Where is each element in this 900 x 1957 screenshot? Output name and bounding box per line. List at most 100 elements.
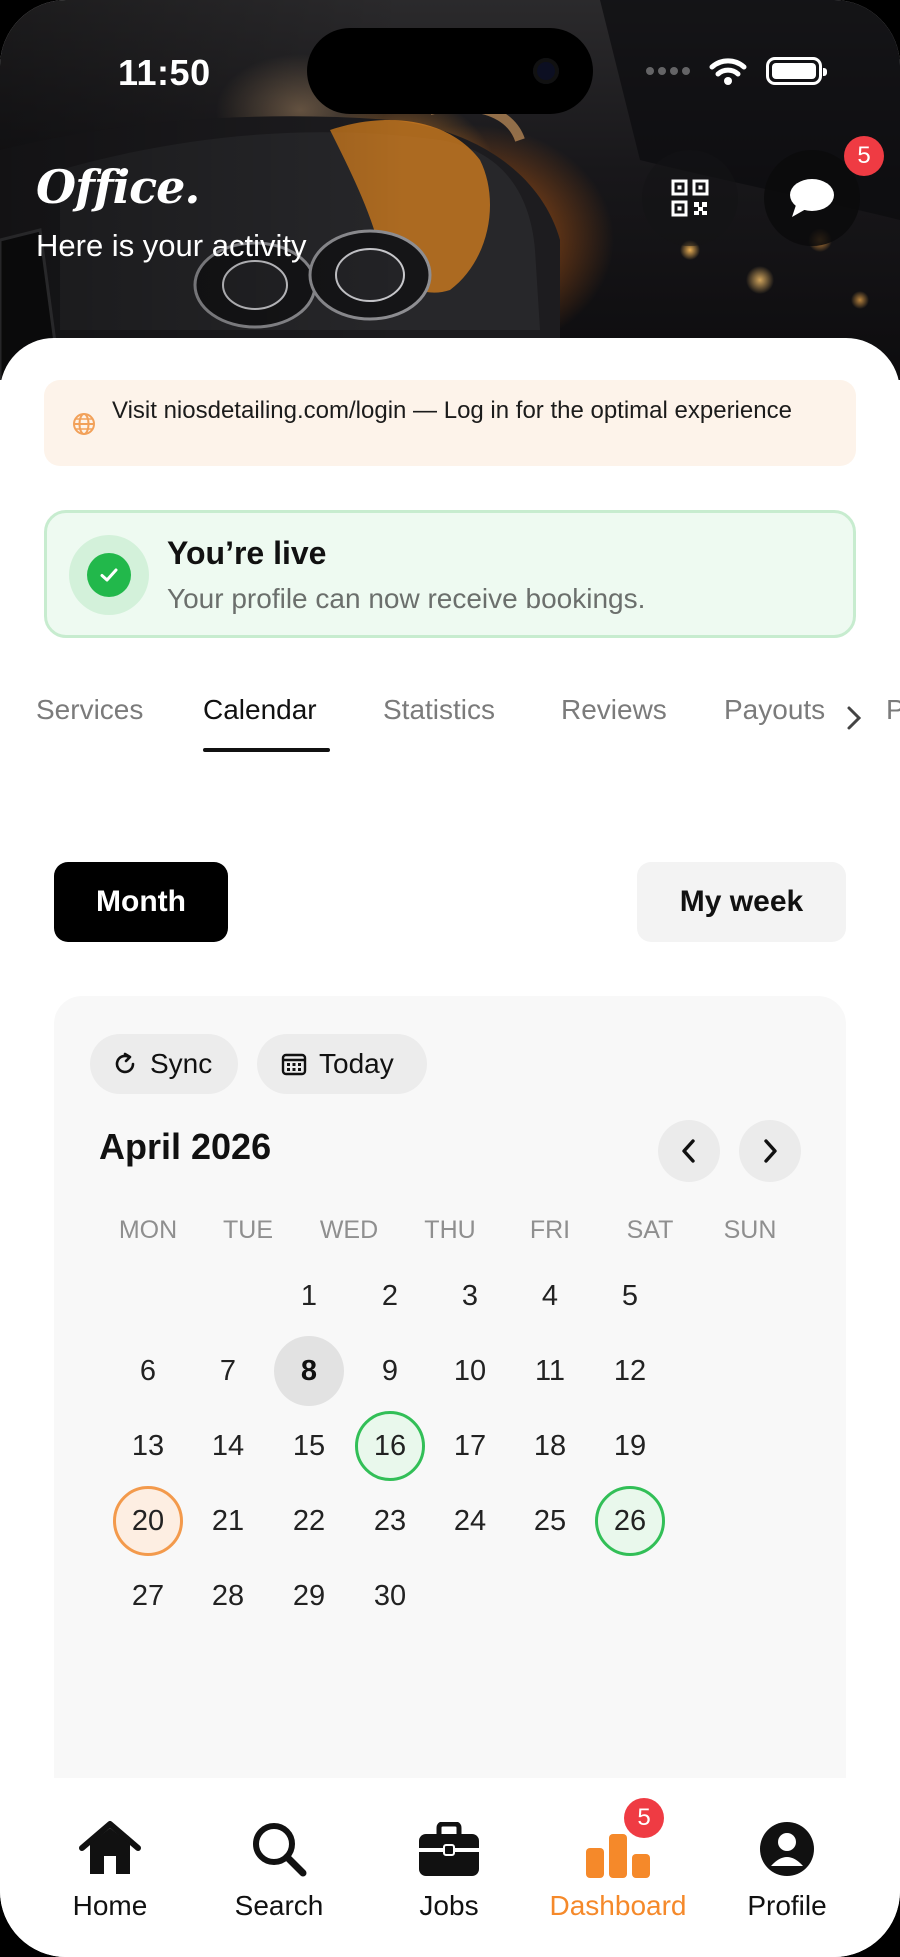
today-label: Today <box>319 1048 394 1079</box>
weekday-header: SUN <box>723 1216 777 1244</box>
calendar-day[interactable]: 13 <box>113 1411 183 1481</box>
nav-home-label: Home <box>72 1890 148 1921</box>
today-button[interactable]: Today <box>257 1034 427 1094</box>
nav-dashboard[interactable]: Dashboard <box>543 1808 693 1922</box>
calendar-day[interactable]: 29 <box>274 1561 344 1631</box>
calendar-day[interactable]: 30 <box>355 1561 425 1631</box>
calendar-day[interactable]: 17 <box>435 1411 505 1481</box>
tab-payouts[interactable]: Payouts <box>724 694 825 726</box>
calendar-card: Sync Today April 2026 MON TUE WED THU FR… <box>54 996 846 1826</box>
chat-bubble-icon <box>790 179 834 217</box>
calendar-day[interactable]: 22 <box>274 1486 344 1556</box>
messages-badge: 5 <box>844 136 884 176</box>
calendar-day[interactable]: 6 <box>113 1336 183 1406</box>
app-screen: 11:50 Office. Here is your activity 5 Vi… <box>0 0 900 1957</box>
weekday-header: WED <box>319 1216 379 1244</box>
calendar-day[interactable]: 1 <box>274 1261 344 1331</box>
globe-icon <box>73 413 95 435</box>
live-status-indicator <box>69 535 149 615</box>
status-icons <box>646 56 827 86</box>
calendar-day[interactable]: 12 <box>595 1336 665 1406</box>
calendar-day[interactable]: 19 <box>595 1411 665 1481</box>
calendar-day[interactable]: 3 <box>435 1261 505 1331</box>
brand-logo: Office. <box>36 160 200 214</box>
calendar-day[interactable]: 2 <box>355 1261 425 1331</box>
notice-text: Visit niosdetailing.com/login — Log in f… <box>112 397 792 424</box>
nav-profile[interactable]: Profile <box>712 1808 862 1922</box>
camera-icon <box>533 58 559 84</box>
calendar-icon <box>281 1053 307 1076</box>
tab-reviews[interactable]: Reviews <box>561 694 667 726</box>
weekday-header: SAT <box>626 1216 674 1244</box>
tab-statistics[interactable]: Statistics <box>383 694 495 726</box>
home-icon <box>79 1821 141 1874</box>
weekday-header: THU <box>424 1216 476 1244</box>
login-notice[interactable]: Visit niosdetailing.com/login — Log in f… <box>44 380 856 466</box>
tab-calendar[interactable]: Calendar <box>203 694 317 726</box>
nav-search[interactable]: Search <box>204 1808 354 1922</box>
hero-banner: 11:50 Office. Here is your activity <box>0 0 900 380</box>
calendar-month-title: April 2026 <box>99 1126 272 1167</box>
calendar-day[interactable]: 20 <box>113 1486 183 1556</box>
calendar-day[interactable]: 28 <box>193 1561 263 1631</box>
briefcase-icon <box>419 1822 479 1876</box>
calendar-day[interactable]: 9 <box>355 1336 425 1406</box>
calendar-day[interactable]: 21 <box>193 1486 263 1556</box>
dynamic-island <box>307 28 593 114</box>
dashboard-tabs: Services Calendar Statistics Reviews Pay… <box>0 690 900 760</box>
calendar-day[interactable]: 15 <box>274 1411 344 1481</box>
dashboard-badge: 5 <box>624 1798 664 1838</box>
calendar-day[interactable]: 16 <box>355 1411 425 1481</box>
nav-dashboard-label: Dashboard <box>549 1890 687 1921</box>
nav-search-label: Search <box>234 1890 324 1921</box>
qr-code-icon <box>671 179 709 217</box>
nav-jobs-label: Jobs <box>419 1890 479 1921</box>
my-week-button[interactable]: My week <box>637 862 846 942</box>
calendar-day[interactable]: 14 <box>193 1411 263 1481</box>
calendar-day[interactable]: 27 <box>113 1561 183 1631</box>
month-view-button[interactable]: Month <box>54 862 228 942</box>
bottom-tab-bar: Home Search Jobs Dashboard Profile <box>0 1778 900 1957</box>
checkmark-icon <box>100 568 118 582</box>
calendar-day[interactable]: 10 <box>435 1336 505 1406</box>
live-title: You’re live <box>167 535 327 571</box>
calendar-day[interactable]: 24 <box>435 1486 505 1556</box>
chevron-left-icon <box>682 1139 695 1163</box>
nav-profile-label: Profile <box>747 1890 827 1921</box>
calendar-day[interactable]: 18 <box>515 1411 585 1481</box>
calendar-day[interactable]: 4 <box>515 1261 585 1331</box>
search-icon <box>253 1823 307 1877</box>
live-subtitle: Your profile can now receive bookings. <box>167 583 646 614</box>
wifi-icon <box>709 58 747 85</box>
nav-jobs[interactable]: Jobs <box>374 1808 524 1922</box>
status-time: 11:50 <box>118 52 211 93</box>
next-month-button[interactable] <box>739 1120 801 1182</box>
previous-month-button[interactable] <box>658 1120 720 1182</box>
calendar-day[interactable]: 26 <box>595 1486 665 1556</box>
sync-label: Sync <box>150 1048 213 1079</box>
tab-partial[interactable]: P <box>886 694 900 726</box>
calendar-day[interactable]: 23 <box>355 1486 425 1556</box>
active-tab-indicator <box>203 748 330 752</box>
chevron-right-icon[interactable] <box>844 704 864 732</box>
sync-button[interactable]: Sync <box>90 1034 238 1094</box>
weekday-header: MON <box>118 1216 178 1244</box>
battery-icon <box>766 57 827 85</box>
sync-icon <box>115 1052 135 1074</box>
hero-subtitle: Here is your activity <box>36 228 307 263</box>
calendar-day[interactable]: 25 <box>515 1486 585 1556</box>
weekday-header: FRI <box>529 1216 571 1244</box>
live-status-card: You’re live Your profile can now receive… <box>44 510 856 638</box>
tab-services[interactable]: Services <box>36 694 143 726</box>
bar-chart-icon <box>586 1834 650 1878</box>
weekday-header: TUE <box>223 1216 273 1244</box>
calendar-day[interactable]: 8 <box>274 1336 344 1406</box>
calendar-day[interactable]: 5 <box>595 1261 665 1331</box>
calendar-day[interactable]: 7 <box>193 1336 263 1406</box>
signal-icon <box>646 67 690 75</box>
chevron-right-icon <box>764 1139 777 1163</box>
nav-home[interactable]: Home <box>35 1808 185 1922</box>
qr-code-button[interactable] <box>642 150 738 246</box>
calendar-day[interactable]: 11 <box>515 1336 585 1406</box>
user-circle-icon <box>760 1822 814 1876</box>
